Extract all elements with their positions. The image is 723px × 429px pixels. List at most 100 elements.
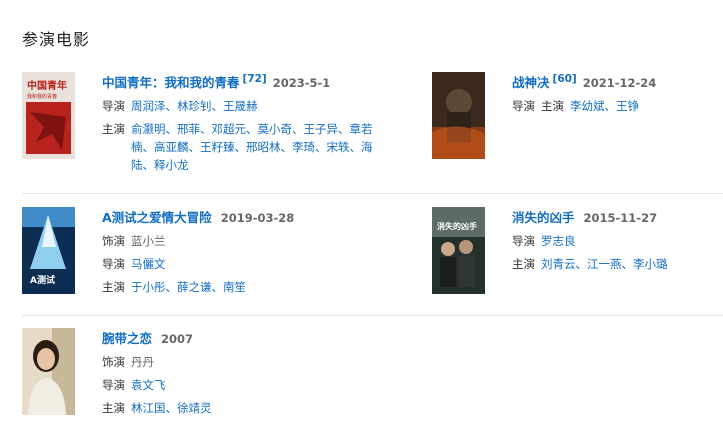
film-score[interactable]: [60] [553, 73, 577, 85]
poster-image [22, 328, 75, 415]
person-link[interactable]: 罗志良 [541, 234, 576, 248]
name-separator: 、 [200, 122, 212, 136]
film-date: 2023-5-1 [272, 76, 331, 90]
person-link[interactable]: 莫小奇 [258, 122, 293, 136]
person-link[interactable]: 高亚麟 [154, 140, 189, 154]
person-link[interactable]: 林珍钊 [177, 99, 212, 113]
name-separator: 、 [621, 257, 634, 271]
person-link[interactable]: 薛之谦 [177, 280, 212, 294]
person-link[interactable]: 徐靖灵 [177, 401, 212, 415]
credit-people: 罗志良 [541, 232, 712, 250]
credit-rows: 导演 周润泽、林珍钊、王晟赫 主演 俞灏明、邢菲、邓超元、莫小奇、王子异、章若楠、高亚… [102, 97, 392, 174]
film-poster[interactable] [22, 328, 75, 415]
film-poster[interactable]: A测试 [22, 207, 75, 294]
person-link[interactable]: 江一燕 [587, 257, 622, 271]
person-link[interactable]: 林江国 [131, 401, 166, 415]
film-title-link[interactable]: 消失的凶手 [512, 210, 575, 225]
film-item: 战神决 [60] 2021-12-24 导演 主演 李幼斌、王铮 [432, 72, 722, 182]
person-link[interactable]: 袁文飞 [131, 378, 166, 392]
name-separator: 、 [142, 140, 155, 154]
film-score[interactable]: [72] [243, 73, 267, 85]
credit-row: 主演 于小彤、薛之谦、南笙 [102, 278, 392, 296]
poster-image [432, 72, 485, 159]
credit-people: 林江国、徐靖灵 [131, 399, 392, 417]
poster-text: 消失的凶手 [437, 221, 477, 231]
credit-rows: 导演 罗志良 主演 刘青云、江一燕、李小璐 [512, 232, 712, 273]
character-name: 丹丹 [131, 355, 154, 369]
person-link[interactable]: 南笙 [223, 280, 246, 294]
film-title-link[interactable]: A测试之爱情大冒险 [102, 210, 212, 225]
credit-rows: 饰演 丹丹 导演 袁文飞 主演 林江国、徐靖灵 [102, 353, 392, 417]
credit-people: 俞灏明、邢菲、邓超元、莫小奇、王子异、章若楠、高亚麟、王籽臻、邢昭林、李琦、宋轶… [131, 120, 392, 174]
film-date: 2021-12-24 [582, 76, 657, 90]
film-title-link[interactable]: 中国青年：我和我的青春 [102, 75, 240, 90]
person-link[interactable]: 邢菲 [177, 122, 200, 136]
credit-people: 于小彤、薛之谦、南笙 [131, 278, 392, 296]
name-separator: 、 [338, 122, 350, 136]
person-link[interactable]: 刘青云 [541, 257, 576, 271]
name-separator: 、 [211, 280, 224, 294]
film-date: 2019-03-28 [220, 211, 295, 225]
credit-people: 周润泽、林珍钊、王晟赫 [131, 97, 392, 115]
name-separator: 、 [575, 257, 588, 271]
poster-text: A测试 [30, 274, 55, 286]
person-link[interactable]: 邢昭林 [246, 140, 281, 154]
credit-role-label: 饰演 [102, 355, 125, 369]
film-date: 2015-11-27 [583, 211, 658, 225]
name-separator: 、 [165, 401, 178, 415]
credit-row: 主演 李幼斌、王铮 [512, 97, 712, 115]
credit-people: 刘青云、江一燕、李小璐 [541, 255, 712, 273]
name-separator: 、 [292, 122, 304, 136]
person-link[interactable]: 俞灏明 [131, 122, 166, 136]
credit-role-label: 导演 [102, 378, 125, 392]
credit-rows: 导演 主演 李幼斌、王铮 [512, 97, 712, 115]
person-link[interactable]: 李幼斌 [570, 99, 605, 113]
name-separator: 、 [188, 140, 201, 154]
person-link[interactable]: 李小璐 [633, 257, 668, 271]
credit-role-label: 导演 [102, 99, 125, 113]
film-poster[interactable]: 消失的凶手 [432, 207, 485, 294]
film-item: 中国青年 我和我的青春 中国青年：我和我的青春 [72] 2023-5-1 导演 周润… [22, 72, 402, 182]
name-separator: 、 [349, 140, 362, 154]
person-link[interactable]: 马儷文 [131, 257, 166, 271]
person-link[interactable]: 周润泽 [131, 99, 166, 113]
name-separator: 、 [246, 122, 258, 136]
person-link[interactable]: 释小龙 [154, 158, 189, 172]
row-divider [22, 315, 723, 316]
credit-rows: 饰演 蓝小兰 导演 马儷文 主演 于小彤、薛之谦、南笙 [102, 232, 392, 296]
filmography-panel: 参演电影 中国青年 我和我的青春 中国青年：我和我的青春 [72] 2023-5-1… [0, 0, 723, 429]
person-link[interactable]: 邓超元 [212, 122, 247, 136]
credit-people: 袁文飞 [131, 376, 392, 394]
person-link[interactable]: 王籽臻 [200, 140, 235, 154]
person-link[interactable]: 李琦 [292, 140, 315, 154]
person-link[interactable]: 王晟赫 [223, 99, 258, 113]
person-link[interactable]: 于小彤 [131, 280, 166, 294]
film-poster[interactable]: 中国青年 我和我的青春 [22, 72, 75, 159]
credit-row: 主演 俞灏明、邢菲、邓超元、莫小奇、王子异、章若楠、高亚麟、王籽臻、邢昭林、李琦、… [102, 120, 392, 174]
film-title-link[interactable]: 战神决 [512, 75, 550, 90]
film-poster[interactable] [432, 72, 485, 159]
credit-role-label: 主演 [102, 280, 125, 294]
person-link[interactable]: 王子异 [304, 122, 339, 136]
poster-image: 消失的凶手 [432, 207, 485, 294]
name-separator: 、 [280, 140, 293, 154]
credit-row: 导演 袁文飞 [102, 376, 392, 394]
credit-role-label: 主演 [541, 99, 564, 113]
name-separator: 、 [165, 99, 178, 113]
film-title-link[interactable]: 腕带之恋 [102, 331, 152, 346]
poster-image: 中国青年 我和我的青春 [22, 72, 75, 159]
person-link[interactable]: 王铮 [616, 99, 639, 113]
credit-people: 李幼斌、王铮 [541, 97, 712, 115]
name-separator: 、 [604, 99, 617, 113]
film-item: 腕带之恋 2007 饰演 丹丹 导演 袁文飞 主演 林江国、徐靖灵 [22, 328, 402, 423]
credit-role-label: 饰演 [102, 234, 125, 248]
poster-image: A测试 [22, 207, 75, 294]
film-date: 2007 [161, 332, 194, 346]
credit-row: 主演 林江国、徐靖灵 [102, 399, 392, 417]
person-link[interactable]: 宋轶 [327, 140, 350, 154]
credit-role-label: 主演 [512, 257, 535, 271]
credit-people: 丹丹 [131, 353, 392, 371]
name-separator: 、 [165, 122, 178, 136]
section-title: 参演电影 [22, 30, 91, 49]
poster-text: 中国青年 [27, 79, 67, 92]
